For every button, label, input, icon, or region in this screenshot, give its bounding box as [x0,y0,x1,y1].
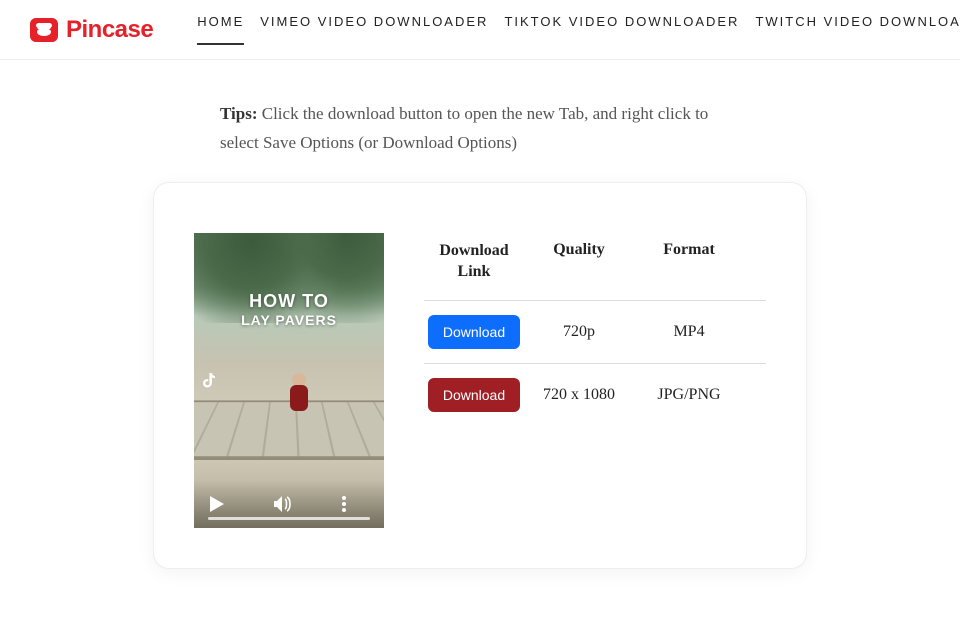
cell-format: JPG/PNG [634,386,744,404]
table-row: Download 720p MP4 [424,300,766,363]
overlay-line1: HOW TO [194,291,384,312]
download-button[interactable]: Download [428,378,520,412]
brand-name: Pincase [66,16,153,44]
download-button[interactable]: Download [428,315,520,349]
main-nav: HOME VIMEO VIDEO DOWNLOADER TIKTOK VIDEO… [197,14,960,45]
cell-quality: 720p [524,323,634,341]
brand-icon [30,18,58,42]
video-overlay-text: HOW TO LAY PAVERS [194,291,384,328]
tips-body: Click the download button to open the ne… [220,104,708,152]
more-icon[interactable] [342,496,346,512]
th-link: Download Link [424,241,524,283]
video-controls [194,480,384,528]
video-preview[interactable]: HOW TO LAY PAVERS [194,233,384,528]
volume-icon[interactable] [274,496,292,512]
overlay-line2: LAY PAVERS [194,312,384,328]
download-table: Download Link Quality Format Download 72… [424,233,766,427]
th-format: Format [634,241,744,283]
brand-logo[interactable]: Pincase [30,16,153,44]
tiktok-icon [202,373,216,392]
cell-quality: 720 x 1080 [524,386,634,404]
table-header: Download Link Quality Format [424,233,766,301]
nav-vimeo[interactable]: VIMEO VIDEO DOWNLOADER [260,14,488,45]
tips-label: Tips: [220,104,258,123]
video-progress[interactable] [208,517,370,520]
result-card: HOW TO LAY PAVERS Download Link Quality … [153,182,807,569]
nav-tiktok[interactable]: TIKTOK VIDEO DOWNLOADER [504,14,739,45]
nav-home[interactable]: HOME [197,14,244,45]
video-bg-figure [281,373,317,423]
th-quality: Quality [524,241,634,283]
header: Pincase HOME VIMEO VIDEO DOWNLOADER TIKT… [0,0,960,60]
tips-text: Tips: Click the download button to open … [200,100,760,158]
nav-twitch[interactable]: TWITCH VIDEO DOWNLOADER [755,14,960,45]
cell-format: MP4 [634,323,744,341]
play-icon[interactable] [210,496,224,512]
table-row: Download 720 x 1080 JPG/PNG [424,363,766,426]
